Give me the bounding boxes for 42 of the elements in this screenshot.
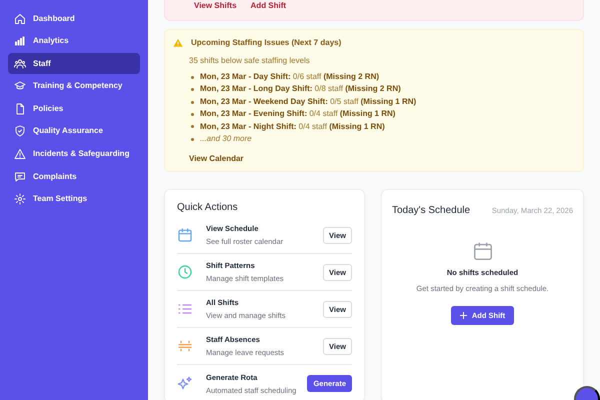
alert-link[interactable]: Add Shift: [250, 0, 286, 12]
gear-icon: [14, 193, 26, 206]
document-icon: [14, 102, 26, 115]
sparkles-icon: [177, 376, 193, 392]
alert-link[interactable]: View Shifts: [194, 0, 237, 12]
calendar-icon: [177, 227, 193, 244]
calendar-icon: [472, 240, 494, 262]
sidebar-item[interactable]: Incidents & Safeguarding: [8, 144, 140, 165]
card-title: Today's Schedule: [392, 204, 470, 218]
sidebar-item[interactable]: Dashboard: [8, 8, 140, 29]
bullet-dot: [191, 76, 194, 79]
bullet-dot: [191, 100, 194, 104]
card-title: Quick Actions: [177, 201, 239, 216]
bullet-dot: [191, 88, 194, 92]
bullet-dot: [191, 125, 194, 128]
warning-triangle-icon: [14, 148, 26, 160]
bullet-dot: [191, 138, 194, 141]
sidebar-item[interactable]: Team Settings: [8, 188, 140, 210]
warning-icon: [173, 38, 183, 48]
more-text: ...and 30 more: [200, 133, 252, 146]
sidebar-item[interactable]: Staff: [8, 53, 140, 74]
bullet-dot: [191, 112, 194, 116]
shield-check-icon: [14, 125, 26, 138]
bar-chart-icon: [14, 35, 26, 48]
shift-issue-item: Mon, 23 Mar - Long Day Shift: 0/8 staff (Missing 2 RN): [200, 83, 401, 96]
shift-issue-item: Mon, 23 Mar - Night Shift: 0/4 staff (Missing 1 RN): [200, 120, 385, 133]
shift-issue-item: Mon, 23 Mar - Day Shift: 0/6 staff (Missing 2 RN): [200, 71, 380, 83]
people-icon: [14, 58, 26, 70]
sidebar-item[interactable]: Analytics: [8, 30, 140, 52]
alert-title: Upcoming Staffing Issues (Next 7 days): [191, 37, 342, 49]
sidebar-item[interactable]: Policies: [8, 98, 140, 120]
sidebar-item[interactable]: Training & Competency: [8, 76, 140, 97]
shift-issue-item: Mon, 23 Mar - Weekend Day Shift: 0/5 staff (Missing 1 RN): [200, 96, 416, 108]
shift-issue-item: Mon, 23 Mar - Evening Shift: 0/4 staff (Missing 1 RN): [200, 108, 396, 120]
clock-icon: [177, 264, 193, 280]
chat-bubble-icon: [14, 170, 26, 183]
alert-subtitle: 35 shifts below safe staffing levels: [189, 55, 311, 67]
home-icon: [14, 12, 26, 24]
sidebar-item[interactable]: Quality Assurance: [8, 120, 140, 142]
plus-icon: [460, 312, 467, 319]
sidebar-item[interactable]: Complaints: [8, 166, 140, 188]
view-calendar-link[interactable]: View Calendar: [189, 153, 244, 166]
